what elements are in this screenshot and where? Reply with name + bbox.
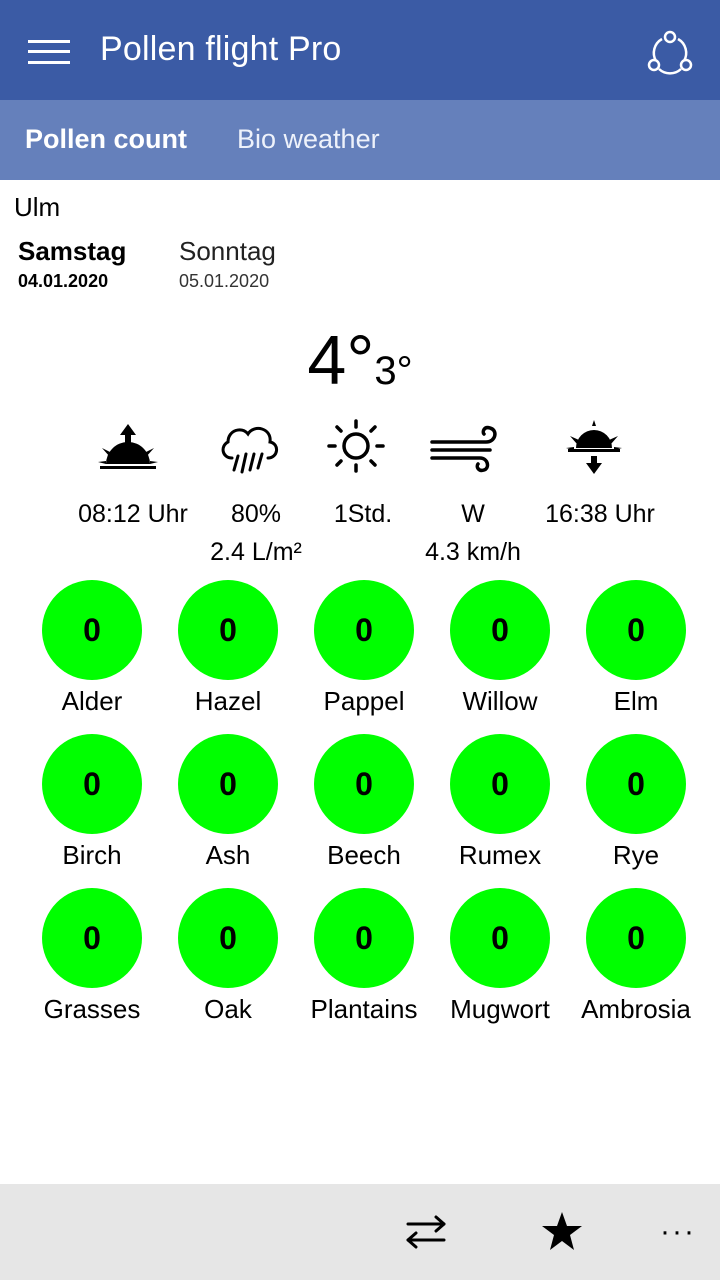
- sunrise-icon: [98, 424, 158, 469]
- pollen-level-circle[interactable]: 0: [314, 580, 414, 680]
- pollen-name: Elm: [613, 686, 659, 716]
- pollen-item-beech: 0 Beech: [296, 734, 432, 871]
- pollen-level-circle[interactable]: 0: [450, 580, 550, 680]
- pollen-name: Grasses: [43, 994, 141, 1024]
- bottom-app-bar: ···: [0, 1184, 720, 1280]
- sun-icon: [327, 419, 385, 473]
- pollen-level-circle[interactable]: 0: [450, 734, 550, 834]
- pollen-item-oak: 0 Oak: [160, 888, 296, 1025]
- pollen-item-elm: 0 Elm: [568, 580, 704, 717]
- day-name: Sonntag: [179, 236, 276, 266]
- rain-cloud-icon: [221, 426, 278, 474]
- pollen-name: Ash: [205, 840, 251, 870]
- swap-arrows-icon[interactable]: [400, 1206, 452, 1258]
- pollen-item-mugwort: 0 Mugwort: [432, 888, 568, 1025]
- pollen-level-circle[interactable]: 0: [42, 888, 142, 988]
- pollen-item-ash: 0 Ash: [160, 734, 296, 871]
- sunset-time: 16:38 Uhr: [545, 500, 655, 528]
- pollen-level-circle[interactable]: 0: [314, 734, 414, 834]
- pollen-item-plantains: 0 Plantains: [296, 888, 432, 1025]
- pollen-level-circle[interactable]: 0: [42, 734, 142, 834]
- day-selector-sunday[interactable]: Sonntag 05.01.2020: [179, 236, 276, 292]
- pollen-name: Rye: [612, 840, 660, 870]
- wind-speed: 4.3 km/h: [425, 538, 521, 566]
- more-icon[interactable]: ···: [652, 1206, 704, 1258]
- hamburger-menu-icon[interactable]: [28, 38, 72, 66]
- pollen-item-hazel: 0 Hazel: [160, 580, 296, 717]
- temperature-display: 4°3°: [0, 320, 720, 400]
- day-selector-saturday[interactable]: Samstag 04.01.2020: [18, 236, 126, 292]
- app-title: Pollen flight Pro: [100, 30, 342, 68]
- pollen-level-circle[interactable]: 0: [586, 580, 686, 680]
- rain-amount: 2.4 L/m²: [210, 538, 302, 566]
- pollen-item-rye: 0 Rye: [568, 734, 704, 871]
- pollen-name: Oak: [204, 994, 252, 1024]
- wind-icon: [430, 425, 497, 473]
- tab-bio-weather[interactable]: Bio weather: [237, 124, 380, 155]
- day-date: 04.01.2020: [18, 271, 109, 291]
- tab-pollen-count[interactable]: Pollen count: [25, 124, 187, 155]
- pollen-name: Pappel: [323, 686, 405, 716]
- pollen-item-grasses: 0 Grasses: [24, 888, 160, 1025]
- share-icon[interactable]: [646, 27, 694, 75]
- pollen-name: Rumex: [458, 840, 542, 870]
- pollen-item-rumex: 0 Rumex: [432, 734, 568, 871]
- tab-bar: Pollen count Bio weather: [0, 100, 720, 180]
- day-date: 05.01.2020: [179, 271, 270, 291]
- pollen-item-alder: 0 Alder: [24, 580, 160, 717]
- pollen-item-birch: 0 Birch: [24, 734, 160, 871]
- pollen-level-circle[interactable]: 0: [586, 734, 686, 834]
- pollen-level-circle[interactable]: 0: [450, 888, 550, 988]
- pollen-name: Beech: [327, 840, 401, 870]
- pollen-name: Mugwort: [450, 994, 550, 1024]
- pollen-name: Plantains: [310, 994, 418, 1024]
- star-icon[interactable]: [536, 1206, 588, 1258]
- pollen-level-circle[interactable]: 0: [314, 888, 414, 988]
- pollen-name: Alder: [61, 686, 123, 716]
- pollen-name: Hazel: [194, 686, 262, 716]
- location-label: Ulm: [14, 192, 61, 222]
- pollen-item-willow: 0 Willow: [432, 580, 568, 717]
- title-bar: Pollen flight Pro: [0, 0, 720, 100]
- temperature-min: 3°: [374, 349, 413, 393]
- pollen-level-circle[interactable]: 0: [178, 734, 278, 834]
- day-name: Samstag: [18, 236, 127, 266]
- pollen-level-circle[interactable]: 0: [586, 888, 686, 988]
- pollen-name: Birch: [62, 840, 122, 870]
- sunset-icon: [566, 420, 622, 474]
- pollen-item-pappel: 0 Pappel: [296, 580, 432, 717]
- temperature-max: 4°: [307, 321, 375, 399]
- pollen-name: Ambrosia: [581, 994, 691, 1024]
- pollen-level-circle[interactable]: 0: [42, 580, 142, 680]
- pollen-level-circle[interactable]: 0: [178, 888, 278, 988]
- pollen-name: Willow: [462, 686, 538, 716]
- pollen-level-circle[interactable]: 0: [178, 580, 278, 680]
- pollen-item-ambrosia: 0 Ambrosia: [568, 888, 704, 1025]
